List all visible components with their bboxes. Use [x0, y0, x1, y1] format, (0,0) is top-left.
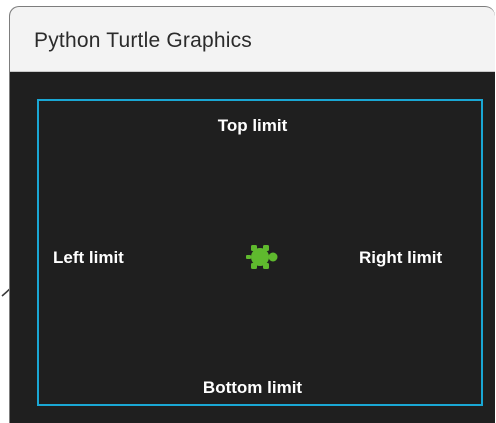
turtle-graphics-window: Python Turtle Graphics Top limit Bottom … — [9, 6, 495, 423]
turtle-canvas[interactable]: Top limit Bottom limit Left limit Right … — [10, 72, 495, 423]
bottom-limit-label: Bottom limit — [202, 378, 303, 397]
window-titlebar[interactable]: Python Turtle Graphics — [10, 7, 495, 72]
top-limit-label: Top limit — [217, 116, 288, 135]
right-limit-label: Right limit — [359, 248, 443, 267]
turtle-icon — [246, 245, 278, 269]
left-limit-label: Left limit — [53, 248, 124, 267]
screenshot-stage: Python Turtle Graphics Top limit Bottom … — [0, 0, 496, 423]
window-title: Python Turtle Graphics — [34, 29, 252, 52]
